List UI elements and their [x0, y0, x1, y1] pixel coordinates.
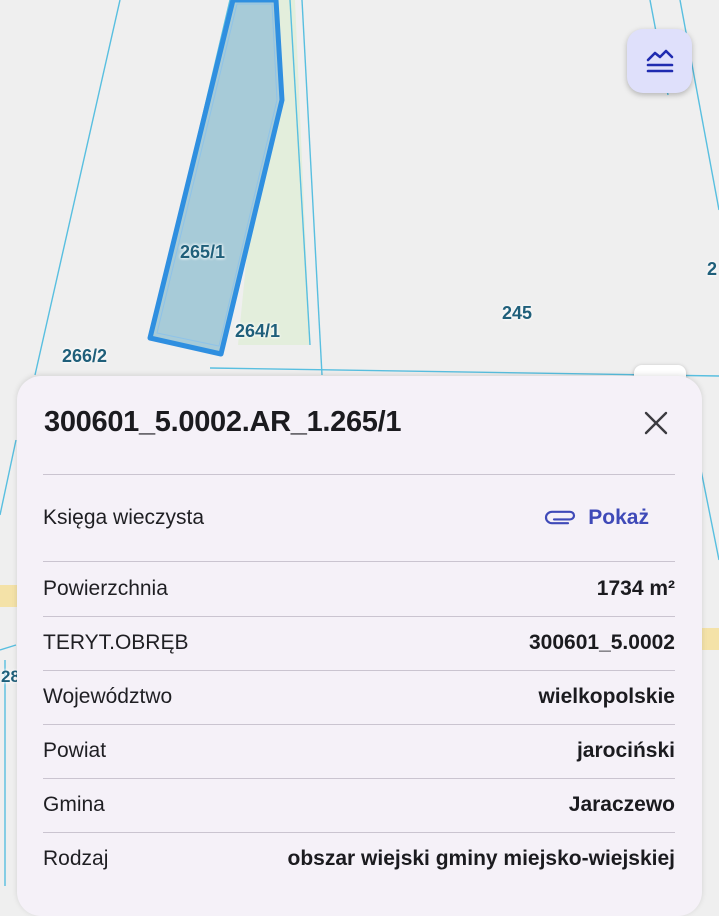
paperclip-icon — [544, 510, 576, 526]
layers-button[interactable] — [627, 29, 692, 93]
county-label: Powiat — [43, 739, 107, 762]
teryt-precinct-label: TERYT.OBRĘB — [43, 631, 189, 654]
parcel-id-title: 300601_5.0002.AR_1.265/1 — [44, 406, 402, 438]
parcel-label-245: 245 — [502, 303, 533, 323]
type-label: Rodzaj — [43, 847, 109, 870]
parcel-details-sheet: 300601_5.0002.AR_1.265/1 Księga wieczyst… — [17, 376, 702, 916]
row-type: Rodzaj obszar wiejski gminy miejsko-wiej… — [43, 833, 675, 885]
type-value: obszar wiejski gminy miejsko-wiejskiej — [287, 847, 676, 870]
divider — [43, 474, 675, 475]
parcel-label-264-1: 264/1 — [235, 321, 281, 341]
commune-value: Jaraczewo — [568, 793, 675, 816]
row-commune: Gmina Jaraczewo — [43, 779, 675, 831]
parcel-label-265-1: 265/1 — [180, 242, 226, 262]
layers-icon — [645, 48, 675, 74]
divider — [43, 561, 675, 562]
county-value: jarociński — [576, 739, 675, 762]
commune-label: Gmina — [43, 793, 105, 816]
area-label: Powierzchnia — [43, 577, 168, 600]
close-icon — [644, 411, 668, 435]
row-county: Powiat jarociński — [43, 725, 675, 777]
row-teryt-precinct: TERYT.OBRĘB 300601_5.0002 — [43, 617, 675, 669]
row-area: Powierzchnia 1734 m² — [43, 563, 675, 615]
teryt-precinct-value: 300601_5.0002 — [529, 631, 675, 654]
row-land-register: Księga wieczysta Pokaż — [43, 492, 675, 544]
area-value: 1734 m² — [596, 577, 675, 600]
voivodeship-label: Województwo — [43, 685, 173, 708]
parcel-label-266-2: 266/2 — [62, 346, 108, 366]
land-register-label: Księga wieczysta — [43, 506, 205, 529]
show-land-register-button[interactable]: Pokaż — [544, 506, 649, 530]
row-voivodeship: Województwo wielkopolskie — [43, 671, 675, 723]
parcel-label-partial-right: 2 — [707, 259, 718, 279]
close-button[interactable] — [637, 404, 675, 442]
show-link-label: Pokaż — [588, 506, 649, 529]
voivodeship-value: wielkopolskie — [538, 685, 675, 708]
